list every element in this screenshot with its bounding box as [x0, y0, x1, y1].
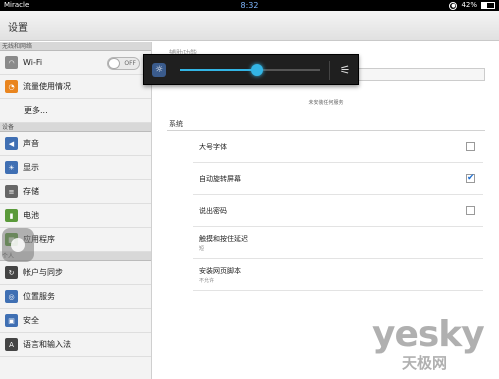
- watermark-line1: yesky: [372, 314, 485, 355]
- status-right: ● 42%: [449, 0, 495, 11]
- location-status-icon: ●: [449, 1, 458, 10]
- watermark-logo: yesky 天极网: [372, 314, 494, 374]
- title-bar: 设置: [0, 11, 499, 41]
- adjust-settings-icon[interactable]: ⚟: [337, 62, 353, 78]
- battery-status-icon: [481, 2, 495, 9]
- sidebar-item-security[interactable]: ▣ 安全: [0, 309, 151, 333]
- battery-percent: 42%: [461, 1, 477, 9]
- keyboard-icon: A: [5, 338, 18, 351]
- setting-auto-rotate[interactable]: 自动旋转屏幕: [193, 163, 483, 195]
- no-service-text: 未安装任何服务: [308, 100, 344, 106]
- sidebar-item-storage[interactable]: ≡ 存储: [0, 180, 151, 204]
- sidebar-item-label: Wi-Fi: [23, 58, 43, 67]
- brightness-slider-thumb[interactable]: [251, 64, 263, 76]
- sidebar-item-location[interactable]: ◎ 位置服务: [0, 285, 151, 309]
- sidebar-item-label: 显示: [23, 163, 39, 172]
- clock: 8:32: [240, 1, 259, 10]
- sidebar-item-label: 安全: [23, 316, 39, 325]
- brightness-popup: ☼ ⚟: [143, 54, 359, 85]
- touch-indicator: [2, 228, 34, 262]
- sidebar-item-label: 更多...: [24, 106, 48, 115]
- status-bar: Miracle 8:32 ● 42%: [0, 0, 499, 11]
- watermark-line2: 天极网: [402, 354, 448, 372]
- location-icon: ◎: [5, 290, 18, 303]
- sidebar-item-label: 流量使用情况: [23, 82, 71, 91]
- sidebar-item-accounts-sync[interactable]: ↻ 帐户与同步: [0, 261, 151, 285]
- speaker-icon: ◀: [5, 137, 18, 150]
- sidebar-item-data-usage[interactable]: ◔ 流量使用情况: [0, 75, 151, 99]
- sidebar-item-label: 声音: [23, 139, 39, 148]
- setting-label: 说出密码: [199, 207, 227, 215]
- large-text-checkbox[interactable]: [466, 142, 475, 151]
- brightness-icon: ☼: [152, 63, 166, 77]
- sidebar-item-more[interactable]: 更多...: [0, 99, 151, 123]
- data-usage-icon: ◔: [5, 80, 18, 93]
- setting-label: 自动旋转屏幕: [199, 175, 241, 183]
- sidebar-item-sound[interactable]: ◀ 声音: [0, 132, 151, 156]
- sidebar-item-battery[interactable]: ▮ 电池: [0, 204, 151, 228]
- battery-icon: ▮: [5, 209, 18, 222]
- sidebar-item-label: 电池: [23, 211, 39, 220]
- setting-value: 短: [199, 246, 205, 252]
- setting-speak-passwords[interactable]: 说出密码: [193, 195, 483, 227]
- sync-icon: ↻: [5, 266, 18, 279]
- setting-value: 不允许: [199, 278, 215, 284]
- speak-passwords-checkbox[interactable]: [466, 206, 475, 215]
- setting-label: 安装网页脚本: [199, 267, 241, 275]
- sidebar-item-display[interactable]: ☀ 显示: [0, 156, 151, 180]
- brightness-slider-fill: [180, 69, 257, 71]
- brightness-slider[interactable]: [180, 64, 320, 76]
- lock-icon: ▣: [5, 314, 18, 327]
- sidebar-item-label: 语言和输入法: [23, 340, 71, 349]
- section-title-system: 系统: [169, 120, 183, 128]
- setting-touch-hold-delay[interactable]: 触摸和按住延迟 短: [193, 227, 483, 259]
- settings-sidebar: 无线和网络 ◠ Wi-Fi OFF ◔ 流量使用情况 更多... 设备 ◀ 声音…: [0, 42, 152, 379]
- setting-label: 大号字体: [199, 143, 227, 151]
- sidebar-item-label: 位置服务: [23, 292, 55, 301]
- sidebar-item-label: 存储: [23, 187, 39, 196]
- setting-web-scripts[interactable]: 安装网页脚本 不允许: [193, 259, 483, 291]
- section-header-device: 设备: [0, 123, 151, 132]
- display-icon: ☀: [5, 161, 18, 174]
- sidebar-item-language-input[interactable]: A 语言和输入法: [0, 333, 151, 357]
- sidebar-item-label: 帐户与同步: [23, 268, 63, 277]
- popup-divider: [329, 61, 330, 80]
- page-title: 设置: [8, 23, 28, 34]
- storage-icon: ≡: [5, 185, 18, 198]
- sidebar-item-wifi[interactable]: ◠ Wi-Fi OFF: [0, 51, 151, 75]
- auto-rotate-checkbox[interactable]: [466, 173, 475, 183]
- wifi-toggle[interactable]: OFF: [107, 57, 140, 70]
- wifi-icon: ◠: [5, 56, 18, 69]
- section-header-wireless: 无线和网络: [0, 42, 151, 51]
- setting-large-text[interactable]: 大号字体: [193, 131, 483, 163]
- setting-label: 触摸和按住延迟: [199, 235, 248, 243]
